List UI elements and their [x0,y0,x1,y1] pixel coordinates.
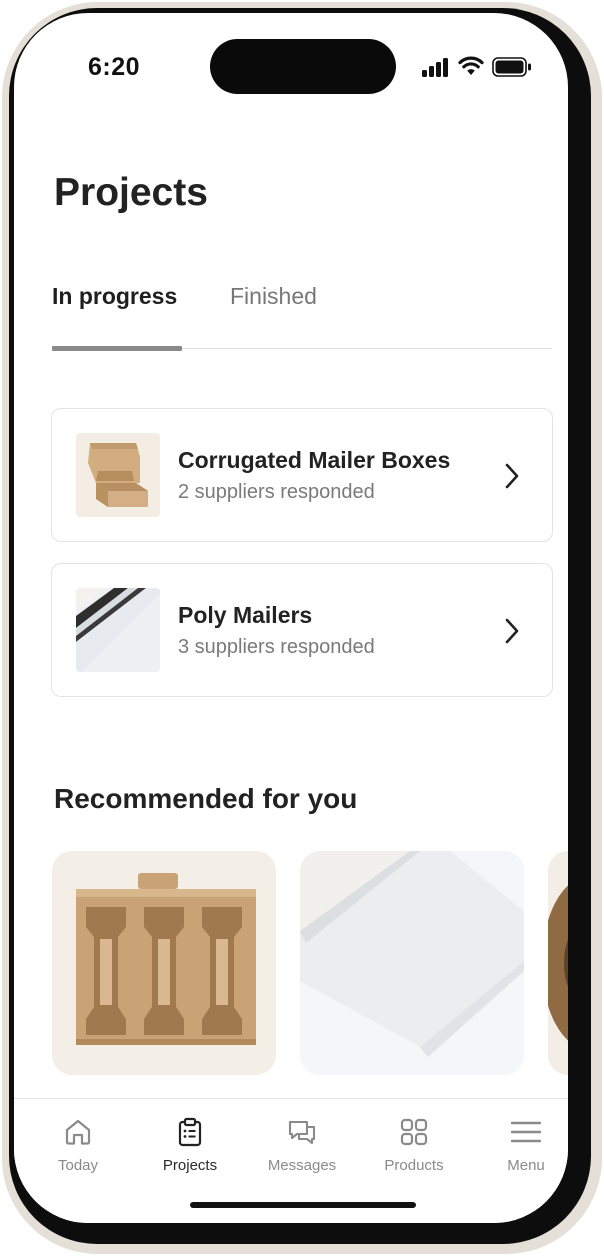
page-title: Projects [54,171,208,214]
nav-label: Today [57,1157,99,1174]
recommended-item-kraft-tape[interactable] [548,851,568,1075]
kraft-mailer-box-thumbnail [76,433,160,517]
nav-label: Products [384,1157,444,1174]
nav-today[interactable]: Today [23,1099,133,1179]
cellular-signal-icon [422,57,450,77]
nav-label: Menu [507,1157,545,1174]
project-status: 3 suppliers responded [178,636,375,658]
home-indicator[interactable] [190,1202,416,1208]
chat-bubbles-icon [288,1120,316,1145]
nav-messages[interactable]: Messages [247,1099,357,1179]
project-status: 2 suppliers responded [178,481,375,503]
project-tabs: In progress Finished [52,283,552,353]
hamburger-menu-icon [511,1121,541,1143]
app-screen: 6:20 Projects In progress Finished Corru… [14,13,568,1223]
wifi-icon [458,56,484,75]
tab-finished[interactable]: Finished [230,283,317,310]
project-card-corrugated-mailer-boxes[interactable]: Corrugated Mailer Boxes 2 suppliers resp… [51,408,553,542]
project-name: Corrugated Mailer Boxes [178,447,451,473]
status-time: 6:20 [88,53,141,81]
nav-menu[interactable]: Menu [471,1099,568,1179]
clipboard-icon [178,1117,202,1147]
home-icon [65,1119,91,1145]
poly-mailer-thumbnail [76,588,160,672]
chevron-right-icon [505,618,519,644]
recommended-item-white-mailer[interactable] [300,851,524,1075]
active-tab-indicator [52,346,182,351]
dynamic-island [210,39,396,94]
chevron-right-icon [505,463,519,489]
nav-label: Messages [267,1157,337,1174]
recommended-item-cardboard-insert[interactable] [52,851,276,1075]
tab-in-progress[interactable]: In progress [52,283,177,310]
project-card-poly-mailers[interactable]: Poly Mailers 3 suppliers responded [51,563,553,697]
nav-label: Projects [162,1157,218,1174]
status-icons [422,55,542,79]
project-name: Poly Mailers [178,602,313,628]
grid-icon [400,1118,428,1146]
recommended-section-title: Recommended for you [54,783,358,814]
nav-products[interactable]: Products [359,1099,469,1179]
nav-projects[interactable]: Projects [135,1099,245,1179]
battery-icon [492,57,531,77]
